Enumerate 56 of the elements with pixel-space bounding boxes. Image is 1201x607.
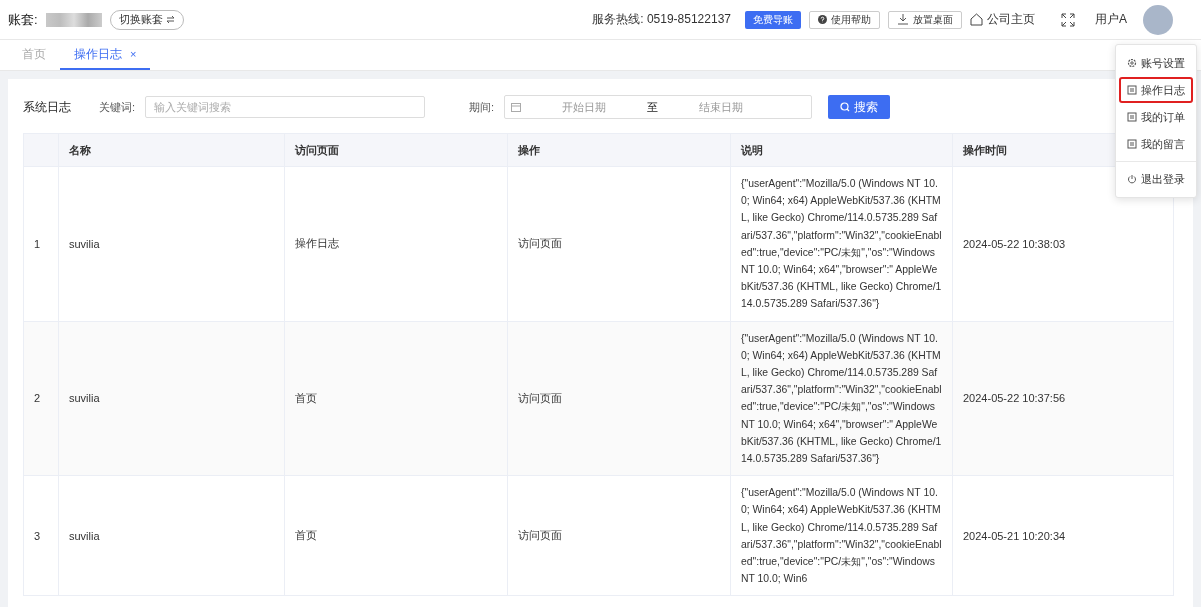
column-header: 说明: [730, 133, 953, 167]
search-icon: [840, 102, 851, 112]
menu-item[interactable]: 我的订单: [1119, 104, 1193, 130]
switch-account-button[interactable]: 切换账套: [109, 9, 184, 30]
help-icon: [818, 15, 827, 24]
blurred-account-name: [45, 12, 102, 27]
settings-icon: [1127, 58, 1137, 68]
keyword-field[interactable]: 输入关键词搜索: [145, 96, 426, 118]
menu-item[interactable]: 账号设置: [1119, 50, 1193, 76]
document-icon: [1127, 139, 1137, 149]
table-cell: 2024-05-21 10:20:34: [952, 475, 1174, 596]
column-header: 名称: [58, 133, 285, 167]
period-label: 期间:: [469, 99, 495, 115]
switch-icon: [165, 15, 175, 24]
tab[interactable]: 操作日志 ×: [60, 40, 151, 70]
menu-item[interactable]: 操作日志: [1119, 77, 1193, 103]
keyword-label: 关键词:: [99, 99, 136, 115]
end-date-field[interactable]: 结束日期: [664, 100, 779, 114]
hotline-text: 服务热线: 0519-85122137: [592, 11, 731, 28]
table-cell: 访问页面: [507, 321, 731, 476]
download-icon: [897, 14, 909, 25]
row-number: 3: [23, 475, 59, 596]
document-icon: [1127, 112, 1137, 122]
range-separator: 至: [647, 99, 659, 115]
table-cell: 访问页面: [507, 475, 731, 596]
fullscreen-icon[interactable]: [1061, 12, 1075, 27]
table-cell: {"userAgent":"Mozilla/5.0 (Windows NT 10.0; Win64; x64) AppleWebKit/537.36 (KHTML, like Gecko) Chrome/114.0.5735.289 Safari/537.36","platform":"Win32","cookieEnabled":true,"device":"PC/未知","os":"Windows NT 10.0; Win64; x64","browser":" AppleWebKit/537.36 (KHTML, like Gecko) Chrome/114.0.5735.289 Safari/537.36"}: [730, 321, 953, 476]
row-number: 1: [23, 166, 59, 322]
table-cell: suvilia: [58, 166, 285, 322]
document-icon: [1127, 85, 1137, 95]
table-cell: 访问页面: [507, 166, 731, 322]
column-header: 操作: [507, 133, 731, 167]
free-import-button[interactable]: 免费导账: [745, 10, 801, 29]
help-button[interactable]: 使用帮助: [809, 10, 880, 29]
section-title: 系统日志: [23, 98, 71, 116]
close-icon[interactable]: ×: [130, 48, 137, 60]
calendar-icon: [511, 102, 522, 112]
table-cell: suvilia: [58, 475, 285, 596]
table-cell: {"userAgent":"Mozilla/5.0 (Windows NT 10.0; Win64; x64) AppleWebKit/537.36 (KHTML, like Gecko) Chrome/114.0.5735.289 Safari/537.36","platform":"Win32","cookieEnabled":true,"device":"PC/未知","os":"Windows NT 10.0; Win64; x64","browser":" AppleWebKit/537.36 (KHTML, like Gecko) Chrome/114.0.5735.289 Safari/537.36"}: [730, 166, 953, 322]
table-cell: suvilia: [58, 321, 285, 476]
table-cell: 首页: [284, 475, 508, 596]
start-date-field[interactable]: 开始日期: [527, 100, 642, 114]
table-cell: 操作日志: [284, 166, 508, 322]
table-cell: 2024-05-22 10:37:56: [952, 321, 1174, 476]
row-number: 2: [23, 321, 59, 476]
power-icon: [1127, 174, 1137, 184]
column-header: 访问页面: [284, 133, 508, 167]
user-name[interactable]: 用户A: [1095, 11, 1127, 28]
search-button[interactable]: 搜索: [828, 95, 891, 119]
menu-item[interactable]: 退出登录: [1119, 166, 1193, 192]
desktop-shortcut-button[interactable]: 放置桌面: [888, 10, 962, 29]
company-home-link[interactable]: 公司主页: [970, 11, 1035, 28]
account-label: 账套:: [8, 10, 38, 29]
table-cell: 首页: [284, 321, 508, 476]
table-cell: {"userAgent":"Mozilla/5.0 (Windows NT 10.0; Win64; x64) AppleWebKit/537.36 (KHTML, like Gecko) Chrome/114.0.5735.289 Safari/537.36","platform":"Win32","cookieEnabled":true,"device":"PC/未知","os":"Windows NT 10.0; Win6: [730, 475, 953, 596]
home-icon: [970, 13, 983, 26]
